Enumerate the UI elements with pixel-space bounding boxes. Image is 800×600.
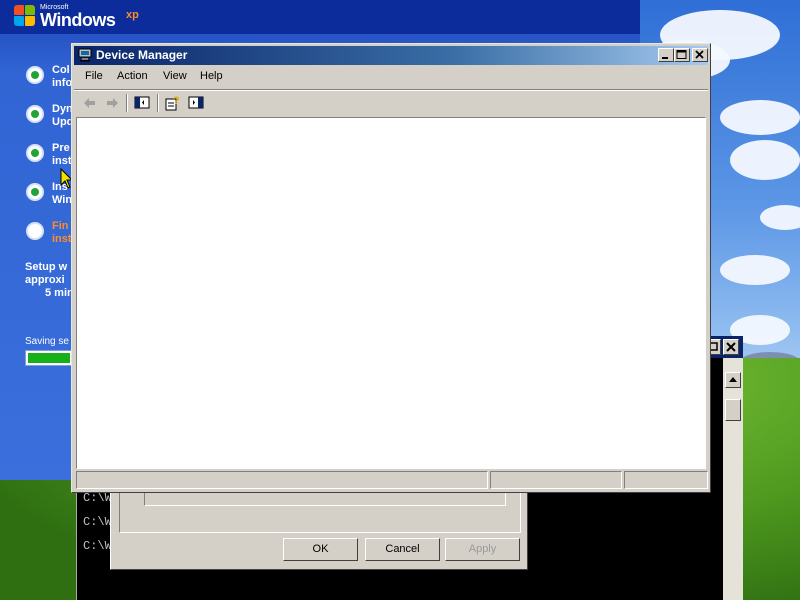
cmd-output-line: C:\W xyxy=(83,515,112,529)
setup-progress-label: Saving se xyxy=(25,336,69,347)
step-label: inst xyxy=(52,233,72,245)
scroll-thumb[interactable] xyxy=(725,399,741,421)
cmd-close-button[interactable] xyxy=(723,339,739,355)
windows-flag-icon xyxy=(14,5,36,27)
menu-help[interactable]: Help xyxy=(200,70,223,82)
forward-icon xyxy=(107,98,118,108)
step-label: Dyn xyxy=(52,103,73,115)
ok-button[interactable]: OK xyxy=(283,538,358,561)
show-hide-console-tree-icon xyxy=(134,96,150,109)
minimize-icon xyxy=(662,57,668,59)
status-pane-secondary xyxy=(490,471,622,489)
back-icon xyxy=(84,98,95,108)
step-pending-icon xyxy=(26,222,44,240)
windows-xp-logo: Microsoft Windows xp xyxy=(14,3,144,31)
close-button[interactable] xyxy=(692,48,708,62)
computer-icon xyxy=(78,48,92,62)
setup-time-estimate: Setup w approxi 5 min xyxy=(25,261,74,300)
status-pane-tertiary xyxy=(624,471,708,489)
step-done-icon xyxy=(26,66,44,84)
step-label: Col xyxy=(52,64,70,76)
menu-action[interactable]: Action xyxy=(117,70,148,82)
step-label: Win xyxy=(52,194,73,206)
menu-file[interactable]: File xyxy=(85,70,103,82)
toolbar-divider xyxy=(126,94,128,112)
minimize-button[interactable] xyxy=(658,48,674,62)
properties-help-button[interactable]: ? xyxy=(163,94,183,112)
step-done-icon xyxy=(26,105,44,123)
step-label: info xyxy=(52,77,73,89)
properties-help-icon: ? xyxy=(165,95,180,111)
close-icon xyxy=(726,342,736,352)
setup-progress-bar xyxy=(25,350,73,366)
maximize-icon xyxy=(676,50,687,59)
step-label: Fin xyxy=(52,220,69,232)
setup-progress-fill xyxy=(28,353,70,363)
cmd-scrollbar[interactable] xyxy=(723,358,743,600)
time-estimate-line: 5 min xyxy=(45,287,74,299)
cmd-output-line: C:\W xyxy=(83,539,112,553)
show-hide-action-pane-icon xyxy=(188,96,204,109)
maximize-button[interactable] xyxy=(674,48,690,62)
toolbar: ? xyxy=(74,92,708,114)
time-estimate-line: Setup w xyxy=(25,261,68,273)
logo-xp-text: xp xyxy=(126,9,139,21)
cmd-output-line: C:\W xyxy=(83,491,112,505)
step-done-icon xyxy=(26,183,44,201)
window-title: Device Manager xyxy=(96,48,188,62)
time-estimate-line: approxi xyxy=(25,274,65,286)
step-label: inst xyxy=(52,155,72,167)
show-hide-action-pane-button[interactable] xyxy=(186,94,206,112)
scroll-up-arrow-icon[interactable] xyxy=(725,372,741,388)
status-pane-main xyxy=(76,471,488,489)
forward-button[interactable] xyxy=(102,94,122,112)
close-icon xyxy=(695,50,704,59)
step-label: Pre xyxy=(52,142,70,154)
device-manager-window: Device Manager File Action View Help ? xyxy=(71,43,711,493)
back-button[interactable] xyxy=(80,94,100,112)
device-tree-pane[interactable] xyxy=(76,117,706,469)
device-manager-title-bar[interactable]: Device Manager xyxy=(74,46,708,65)
cancel-button[interactable]: Cancel xyxy=(365,538,440,561)
logo-windows-text: Windows xyxy=(40,10,116,30)
menu-toolbar-separator xyxy=(74,89,708,91)
menu-bar: File Action View Help xyxy=(74,67,708,87)
menu-view[interactable]: View xyxy=(163,70,187,82)
toolbar-divider xyxy=(157,94,159,112)
status-bar xyxy=(74,471,708,490)
svg-text:?: ? xyxy=(173,95,180,107)
setup-header-bar: Microsoft Windows xp xyxy=(0,0,640,34)
apply-button[interactable]: Apply xyxy=(445,538,520,561)
show-hide-console-tree-button[interactable] xyxy=(132,94,152,112)
step-done-icon xyxy=(26,144,44,162)
